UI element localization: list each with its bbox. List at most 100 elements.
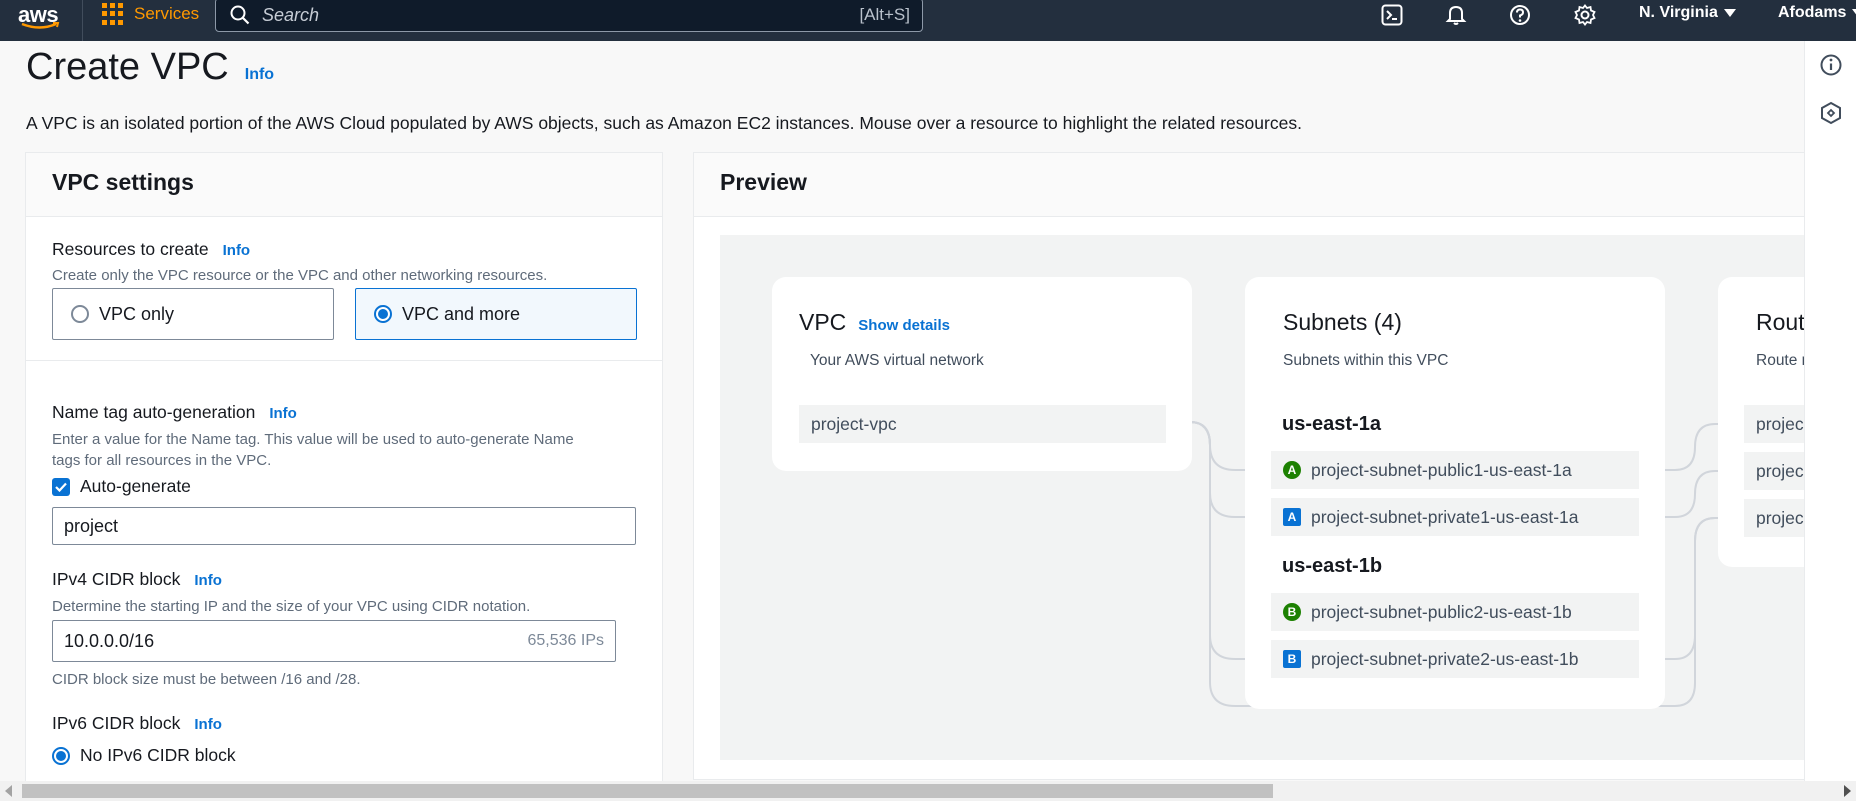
- name-tag-help-line2: tags for all resources in the VPC.: [52, 452, 272, 469]
- ipv4-info-link[interactable]: Info: [194, 572, 222, 589]
- ipv4-cidr-value: 10.0.0.0/16: [64, 630, 155, 651]
- vpc-resource-item[interactable]: project-vpc: [799, 405, 1166, 443]
- services-label: Services: [134, 4, 200, 23]
- ipv4-label: IPv4 CIDR block: [52, 569, 181, 589]
- scroll-right-arrow-icon[interactable]: [1844, 785, 1851, 797]
- vpc-only-label: VPC only: [99, 303, 175, 324]
- name-tag-value: project: [64, 515, 119, 536]
- route-table-name: projec: [1756, 460, 1804, 481]
- auto-generate-checkbox[interactable]: Auto-generate: [52, 476, 191, 497]
- route-table-name: projec: [1756, 507, 1804, 528]
- checkbox-checked-icon[interactable]: [52, 477, 70, 496]
- aws-logo[interactable]: aws: [18, 2, 62, 30]
- ipv4-help: Determine the starting IP and the size o…: [52, 598, 531, 615]
- route-card-title: Rout: [1756, 309, 1804, 335]
- public-subnet-badge-icon: A: [1283, 461, 1301, 479]
- resources-info-link[interactable]: Info: [223, 242, 251, 259]
- resources-label-row: Resources to create Info: [52, 239, 250, 260]
- subnet-name: project-subnet-private2-us-east-1b: [1311, 648, 1579, 669]
- vpc-and-more-radio[interactable]: [374, 305, 392, 323]
- cloudshell-icon[interactable]: [1379, 2, 1405, 28]
- vpc-settings-panel: VPC settings Resources to create Info Cr…: [25, 152, 663, 781]
- subnet-item[interactable]: A project-subnet-private1-us-east-1a: [1271, 498, 1639, 536]
- page-description: A VPC is an isolated portion of the AWS …: [26, 113, 1302, 133]
- aws-smile-icon: [21, 22, 60, 29]
- name-tag-input[interactable]: project: [52, 507, 636, 545]
- help-icon[interactable]: [1507, 2, 1533, 28]
- vpc-and-more-option[interactable]: VPC and more: [355, 288, 637, 340]
- ipv6-info-link[interactable]: Info: [194, 716, 222, 733]
- subnets-card-title: Subnets (4): [1283, 309, 1402, 335]
- hexagon-help-icon[interactable]: [1819, 101, 1843, 125]
- no-ipv6-option[interactable]: No IPv6 CIDR block: [52, 745, 236, 766]
- scrollbar-thumb[interactable]: [22, 784, 1273, 798]
- top-navigation: aws Services [Alt+S] N. Virginia Afoda: [0, 0, 1856, 41]
- preview-panel: Preview VPC Show details Your AWS virtua…: [693, 152, 1804, 780]
- region-label: N. Virginia: [1639, 4, 1718, 21]
- auto-generate-label: Auto-generate: [80, 476, 191, 496]
- scroll-left-arrow-icon[interactable]: [5, 785, 12, 797]
- vpc-only-option[interactable]: VPC only: [52, 288, 334, 340]
- vpc-only-radio[interactable]: [71, 305, 89, 323]
- name-tag-help-line1: Enter a value for the Name tag. This val…: [52, 431, 574, 448]
- region-selector[interactable]: N. Virginia: [1639, 4, 1736, 22]
- vpc-settings-header: VPC settings: [26, 153, 662, 217]
- ipv4-cidr-input[interactable]: 10.0.0.0/16 65,536 IPs: [52, 620, 616, 662]
- info-panel-icon[interactable]: [1819, 53, 1843, 77]
- nav-divider: [82, 0, 83, 41]
- vpc-card-subtitle: Your AWS virtual network: [810, 352, 984, 369]
- page-header: Create VPC Info: [26, 46, 274, 89]
- page-title: Create VPC: [26, 46, 229, 88]
- subnets-card: Subnets (4) Subnets within this VPC us-e…: [1245, 277, 1665, 709]
- ipv6-label-row: IPv6 CIDR block Info: [52, 713, 222, 734]
- vpc-card-title-row: VPC Show details: [799, 309, 950, 336]
- title-info-link[interactable]: Info: [245, 66, 274, 84]
- account-menu[interactable]: Afodams: [1778, 4, 1856, 22]
- private-subnet-badge-icon: A: [1283, 508, 1301, 526]
- search-bar[interactable]: [Alt+S]: [215, 0, 923, 32]
- no-ipv6-label: No IPv6 CIDR block: [80, 745, 236, 765]
- name-tag-info-link[interactable]: Info: [269, 405, 297, 422]
- right-utility-rail: [1804, 41, 1856, 781]
- route-table-item[interactable]: projec: [1744, 499, 1804, 537]
- private-subnet-badge-icon: B: [1283, 650, 1301, 668]
- caret-down-icon: [1852, 9, 1856, 14]
- ipv6-label: IPv6 CIDR block: [52, 713, 181, 733]
- resources-help: Create only the VPC resource or the VPC …: [52, 267, 548, 284]
- public-subnet-badge-icon: B: [1283, 603, 1301, 621]
- subnet-name: project-subnet-public1-us-east-1a: [1311, 459, 1572, 480]
- account-label: Afodams: [1778, 4, 1847, 21]
- search-shortcut-hint: [Alt+S]: [859, 5, 910, 24]
- route-table-name: projec: [1756, 413, 1804, 434]
- route-tables-card: Rout Route r projec projec projec: [1718, 277, 1804, 567]
- services-grid-icon: [102, 3, 124, 25]
- preview-header: Preview: [694, 153, 1804, 217]
- ipv4-ip-count: 65,536 IPs: [527, 632, 605, 649]
- no-ipv6-radio[interactable]: [52, 746, 70, 765]
- vpc-card: VPC Show details Your AWS virtual networ…: [772, 277, 1192, 471]
- subnets-card-subtitle: Subnets within this VPC: [1283, 352, 1449, 369]
- ipv4-constraint-text: CIDR block size must be between /16 and …: [52, 671, 361, 688]
- ipv4-label-row: IPv4 CIDR block Info: [52, 569, 222, 590]
- vpc-resource-name: project-vpc: [811, 413, 897, 434]
- resources-label: Resources to create: [52, 239, 209, 259]
- main-content: Create VPC Info A VPC is an isolated por…: [0, 41, 1804, 781]
- subnet-name: project-subnet-private1-us-east-1a: [1311, 506, 1579, 527]
- route-table-item[interactable]: projec: [1744, 452, 1804, 490]
- bell-icon[interactable]: [1443, 2, 1469, 28]
- subnet-item[interactable]: A project-subnet-public1-us-east-1a: [1271, 451, 1639, 489]
- horizontal-scrollbar[interactable]: [0, 781, 1856, 801]
- name-tag-label: Name tag auto-generation: [52, 402, 256, 422]
- vpc-card-title: VPC: [799, 309, 847, 335]
- availability-zone-label: us-east-1b: [1282, 555, 1383, 577]
- subnet-item[interactable]: B project-subnet-private2-us-east-1b: [1271, 640, 1639, 678]
- subnet-name: project-subnet-public2-us-east-1b: [1311, 601, 1572, 622]
- search-icon: [230, 5, 250, 25]
- route-table-item[interactable]: projec: [1744, 405, 1804, 443]
- section-divider: [26, 360, 662, 361]
- services-menu[interactable]: Services: [102, 0, 199, 28]
- show-details-link[interactable]: Show details: [858, 317, 950, 334]
- settings-gear-icon[interactable]: [1572, 2, 1598, 28]
- subnet-item[interactable]: B project-subnet-public2-us-east-1b: [1271, 593, 1639, 631]
- search-input[interactable]: [262, 3, 822, 27]
